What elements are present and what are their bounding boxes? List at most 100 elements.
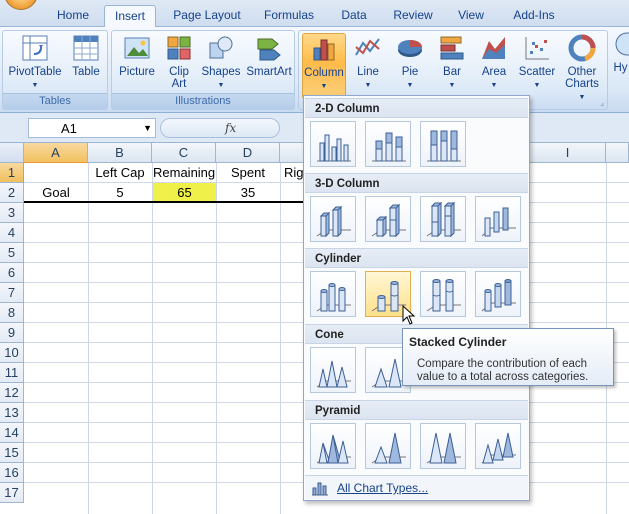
- stacked-3d-column-option[interactable]: [365, 196, 411, 242]
- column-chart-button[interactable]: Column ▼: [302, 33, 346, 99]
- row-header-1[interactable]: 1: [0, 163, 24, 183]
- row-header-5[interactable]: 5: [0, 243, 24, 263]
- tooltip-body: Compare the contribution of each value t…: [417, 358, 589, 383]
- column-header-d[interactable]: D: [216, 143, 280, 163]
- hyperlink-button[interactable]: Hy: [612, 29, 629, 74]
- row-header-3[interactable]: 3: [0, 203, 24, 223]
- chevron-down-icon: ▼: [448, 82, 456, 89]
- pie-label: Pie: [401, 66, 419, 78]
- all-chart-types-row[interactable]: All Chart Types...: [305, 475, 528, 499]
- smartart-icon: [257, 38, 281, 61]
- line-chart-button[interactable]: Line ▼: [349, 33, 387, 92]
- column-header-a[interactable]: A: [24, 143, 88, 163]
- pivottable-button[interactable]: PivotTable ▼: [6, 33, 64, 92]
- name-box[interactable]: A1 ▼: [28, 118, 156, 138]
- office-button[interactable]: [4, 0, 38, 10]
- picture-button[interactable]: Picture: [116, 33, 158, 78]
- row-header-4[interactable]: 4: [0, 223, 24, 243]
- tab-view[interactable]: View: [450, 5, 492, 27]
- chevron-down-icon: ▼: [490, 82, 498, 89]
- area-chart-button[interactable]: Area ▼: [475, 33, 513, 92]
- tab-formulas[interactable]: Formulas: [258, 5, 320, 27]
- tooltip-title: Stacked Cylinder: [409, 335, 507, 349]
- table-button[interactable]: Table: [67, 33, 105, 78]
- tab-page-layout[interactable]: Page Layout: [166, 5, 248, 27]
- smartart-label: SmartArt: [246, 66, 292, 78]
- 100-stacked-pyramid-option[interactable]: [420, 423, 466, 469]
- column-header-j[interactable]: [606, 143, 629, 163]
- clustered-pyramid-option[interactable]: [310, 423, 356, 469]
- 3d-clustered-column-option[interactable]: [310, 196, 356, 242]
- row-header-12[interactable]: 12: [0, 383, 24, 403]
- smartart-button[interactable]: SmartArt: [244, 33, 294, 78]
- tab-review[interactable]: Review: [386, 5, 440, 27]
- all-chart-types-link[interactable]: All Chart Types...: [337, 481, 428, 495]
- row-header-13[interactable]: 13: [0, 403, 24, 423]
- cell-c1[interactable]: Remaining: [153, 163, 219, 183]
- row-header-16[interactable]: 16: [0, 463, 24, 483]
- 100-stacked-pyramid-icon: [426, 432, 461, 464]
- row-header-6[interactable]: 6: [0, 263, 24, 283]
- row-header-2[interactable]: 2: [0, 183, 24, 203]
- pie-chart-icon: [398, 40, 422, 57]
- shapes-icon: [209, 36, 233, 59]
- stacked-column-option[interactable]: [365, 121, 411, 167]
- clustered-column-option[interactable]: [310, 121, 356, 167]
- other-charts-button[interactable]: Other Charts ▼: [561, 33, 603, 104]
- cell-b2[interactable]: 5: [88, 183, 152, 203]
- cell-a2[interactable]: Goal: [24, 183, 88, 203]
- column-chart-icon: [313, 39, 335, 61]
- chevron-down-icon[interactable]: ▼: [143, 123, 152, 133]
- row-header-14[interactable]: 14: [0, 423, 24, 443]
- tab-home[interactable]: Home: [50, 5, 96, 27]
- clustered-cone-option[interactable]: [310, 347, 356, 393]
- 100-stacked-column-icon: [427, 130, 461, 162]
- scatter-chart-button[interactable]: Scatter ▼: [515, 33, 559, 92]
- tab-add-ins[interactable]: Add-Ins: [502, 5, 566, 27]
- 3d-column-option[interactable]: [475, 196, 521, 242]
- stacked-column-icon: [372, 132, 406, 162]
- select-all-corner[interactable]: [0, 143, 24, 163]
- row-header-17[interactable]: 17: [0, 483, 24, 503]
- tab-data[interactable]: Data: [333, 5, 375, 27]
- bar-chart-button[interactable]: Bar ▼: [433, 33, 471, 92]
- row-header-8[interactable]: 8: [0, 303, 24, 323]
- cell-d2[interactable]: 35: [216, 183, 280, 203]
- cell-c2[interactable]: 65: [153, 183, 216, 203]
- pie-chart-button[interactable]: Pie ▼: [391, 33, 429, 92]
- dialog-launcher-icon[interactable]: ⌟: [600, 98, 604, 107]
- section-pyramid: Pyramid: [305, 400, 528, 420]
- tab-insert[interactable]: Insert: [104, 5, 156, 28]
- stacked-pyramid-option[interactable]: [365, 423, 411, 469]
- row-header-10[interactable]: 10: [0, 343, 24, 363]
- column-header-c[interactable]: C: [152, 143, 216, 163]
- row-header-11[interactable]: 11: [0, 363, 24, 383]
- column-header-i[interactable]: I: [530, 143, 606, 163]
- cell-e1[interactable]: Rig: [284, 163, 304, 183]
- bar-label: Bar: [443, 66, 461, 78]
- clipart-button[interactable]: Clip Art: [162, 33, 196, 90]
- line-label: Line: [357, 66, 379, 78]
- pivottable-label: PivotTable: [8, 66, 62, 78]
- row-header-7[interactable]: 7: [0, 283, 24, 303]
- 100-stacked-3d-column-option[interactable]: [420, 196, 466, 242]
- clustered-cylinder-option[interactable]: [310, 271, 356, 317]
- clipart-icon: [167, 36, 191, 60]
- 100-stacked-column-option[interactable]: [420, 121, 466, 167]
- chevron-down-icon: ▼: [406, 82, 414, 89]
- shapes-label: Shapes: [201, 66, 241, 78]
- 3d-cylinder-icon: [481, 279, 516, 312]
- insert-function-icon[interactable]: fx: [225, 121, 236, 135]
- 3d-cylinder-option[interactable]: [475, 271, 521, 317]
- section-2d-column: 2-D Column: [305, 98, 528, 118]
- 3d-pyramid-option[interactable]: [475, 423, 521, 469]
- column-header-b[interactable]: B: [88, 143, 152, 163]
- picture-icon: [124, 37, 150, 59]
- row-header-15[interactable]: 15: [0, 443, 24, 463]
- cell-d1[interactable]: Spent: [216, 163, 280, 183]
- cell-b1[interactable]: Left Cap: [88, 163, 152, 183]
- area-label: Area: [481, 66, 507, 78]
- shapes-button[interactable]: Shapes ▼: [200, 33, 242, 92]
- 100-stacked-cylinder-option[interactable]: [420, 271, 466, 317]
- row-header-9[interactable]: 9: [0, 323, 24, 343]
